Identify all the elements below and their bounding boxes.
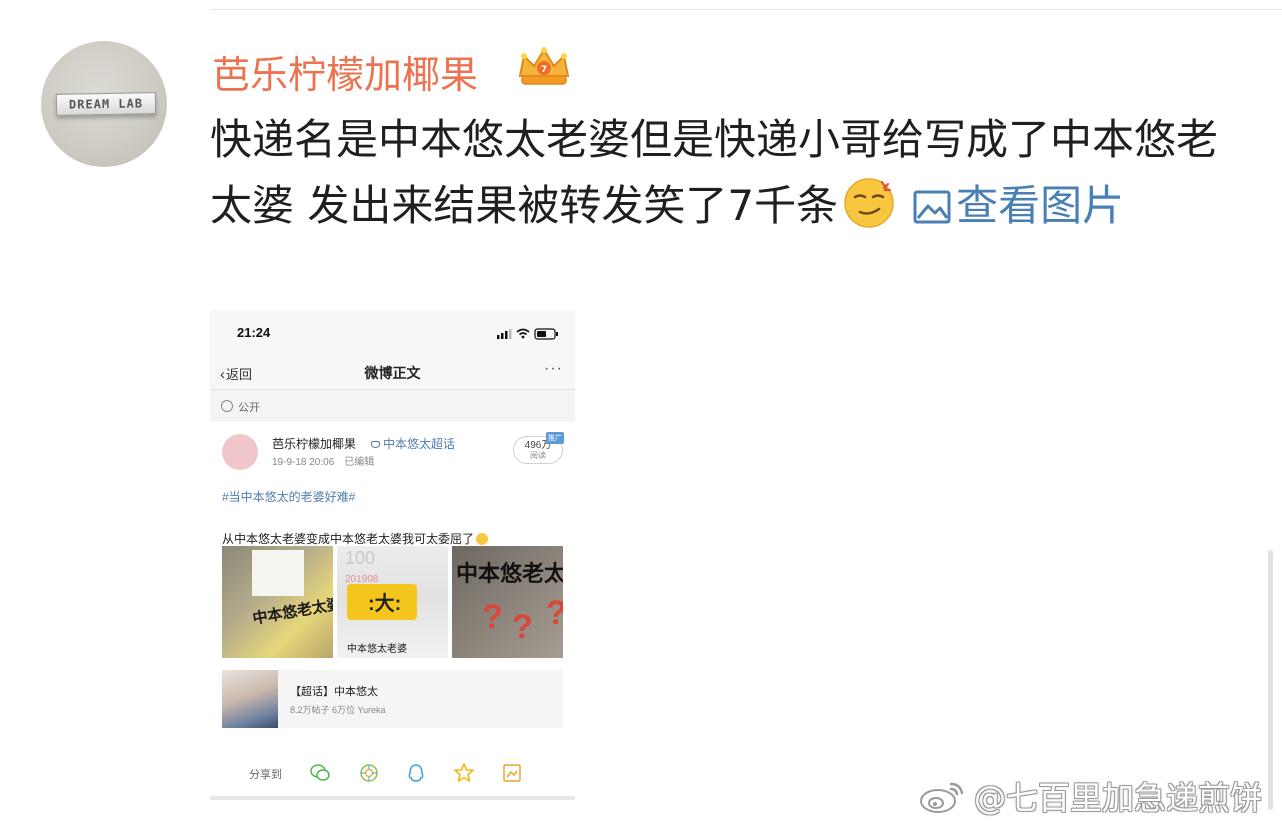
status-bar: 21:24 bbox=[210, 310, 575, 354]
yellow-sticker: :大: bbox=[347, 584, 417, 620]
more-icon[interactable]: ··· bbox=[544, 360, 563, 378]
moments-icon[interactable] bbox=[358, 762, 380, 784]
signal-wifi-battery-icon bbox=[497, 328, 558, 340]
nav-title: 微博正文 bbox=[364, 365, 421, 381]
post-author-name[interactable]: 芭乐柠檬加椰果 bbox=[212, 44, 478, 99]
thumbnail-2-handwriting: 中本悠太老婆 bbox=[347, 644, 407, 655]
smile-logo-icon: :大: bbox=[368, 593, 402, 615]
avatar-nameplate-text: DREAM LAB bbox=[68, 96, 144, 112]
thumbnail-1-handwriting: 中本悠老太婆 bbox=[251, 594, 333, 628]
card-meta: 19-9-18 20:06 已编辑 bbox=[272, 453, 374, 468]
user-avatar[interactable]: DREAM LAB bbox=[41, 41, 167, 167]
thumbnail-2[interactable]: 100 201908 :大: 中本悠太老婆 bbox=[337, 546, 448, 658]
bottom-divider bbox=[210, 796, 575, 800]
watermark-text: @七百里加急递煎饼 bbox=[974, 779, 1263, 817]
top-divider bbox=[210, 9, 1282, 10]
super-topic-stats: 8.2万帖子 6万位 Yureka bbox=[290, 705, 386, 715]
super-topic-name: 【超话】中本悠太 bbox=[290, 686, 378, 698]
image-grid: 中本悠老太婆 100 201908 :大: 中本悠太老婆 中本悠老太 ? ? ? bbox=[222, 546, 563, 658]
visibility-label: 公开 bbox=[238, 402, 260, 414]
edited-label: 已编辑 bbox=[344, 457, 375, 468]
super-topic-card[interactable]: 【超话】中本悠太 8.2万帖子 6万位 Yureka bbox=[222, 670, 563, 728]
visibility-row: 公开 bbox=[210, 391, 575, 421]
card-body: 从中本悠太老婆变成中本悠老太婆我可太委屈了 bbox=[222, 532, 475, 546]
status-time: 21:24 bbox=[237, 325, 271, 340]
weibo-logo-icon bbox=[920, 782, 964, 813]
question-mark-icon: ? bbox=[512, 608, 533, 646]
watermark: @七百里加急递煎饼 bbox=[918, 772, 1262, 820]
post-text: 快递名是中本悠太老婆但是快递小哥给写成了中本悠老太婆 发出来结果被转发笑了7千条… bbox=[210, 107, 1240, 239]
thumbnail-3[interactable]: 中本悠老太 ? ? ? bbox=[452, 546, 563, 658]
card-timestamp: 19-9-18 20:06 bbox=[272, 457, 335, 468]
parcel-label bbox=[252, 550, 304, 596]
sleepy-emoji-icon bbox=[476, 533, 489, 545]
globe-icon bbox=[221, 400, 233, 412]
card-avatar[interactable] bbox=[222, 434, 258, 470]
question-mark-icon: ? bbox=[546, 594, 563, 633]
hashtag-link[interactable]: #当中本悠太的老婆好难# bbox=[222, 488, 355, 505]
save-image-icon[interactable] bbox=[501, 762, 523, 784]
post-card: 芭乐柠檬加椰果 中本悠太超话 19-9-18 20:06 已编辑 推广 496万 … bbox=[210, 422, 575, 750]
view-image-link[interactable]: 查看图片 bbox=[956, 181, 1124, 230]
promo-badge: 推广 bbox=[546, 432, 564, 444]
nav-bar: ‹返回 微博正文 ··· bbox=[210, 354, 575, 390]
smirk-emoji-icon bbox=[844, 178, 894, 228]
wechat-icon[interactable] bbox=[309, 762, 331, 784]
qzone-icon[interactable] bbox=[453, 762, 475, 784]
scrollbar[interactable] bbox=[1268, 550, 1273, 810]
super-topic-image bbox=[222, 670, 278, 728]
question-mark-icon: ? bbox=[482, 598, 503, 636]
reads-badge[interactable]: 推广 496万 阅读 bbox=[513, 432, 564, 464]
share-bar: 分享到 bbox=[210, 750, 575, 796]
card-author-name[interactable]: 芭乐柠檬加椰果 bbox=[272, 435, 356, 452]
share-label: 分享到 bbox=[249, 769, 282, 781]
reads-label: 阅读 bbox=[530, 451, 546, 460]
image-icon[interactable] bbox=[912, 188, 952, 226]
thumbnail-3-handwriting: 中本悠老太 bbox=[456, 561, 563, 587]
qq-icon[interactable] bbox=[405, 762, 427, 784]
svg-text:7: 7 bbox=[541, 65, 547, 75]
thumbnail-2-number: 100 bbox=[345, 548, 376, 568]
diamond-icon bbox=[371, 441, 380, 448]
super-topic-tag[interactable]: 中本悠太超话 bbox=[371, 435, 455, 452]
thumbnail-1[interactable]: 中本悠老太婆 bbox=[222, 546, 333, 658]
crown-icon: 7 bbox=[518, 47, 570, 85]
super-topic-tag-label: 中本悠太超话 bbox=[383, 437, 456, 451]
embedded-screenshot[interactable]: 21:24 ‹返回 微博正文 ··· 公开 芭乐柠檬加椰果 中本悠太超话 19-… bbox=[210, 310, 575, 800]
card-body-text: 从中本悠太老婆变成中本悠老太婆我可太委屈了 bbox=[222, 530, 489, 547]
avatar-nameplate: DREAM LAB bbox=[55, 92, 157, 116]
